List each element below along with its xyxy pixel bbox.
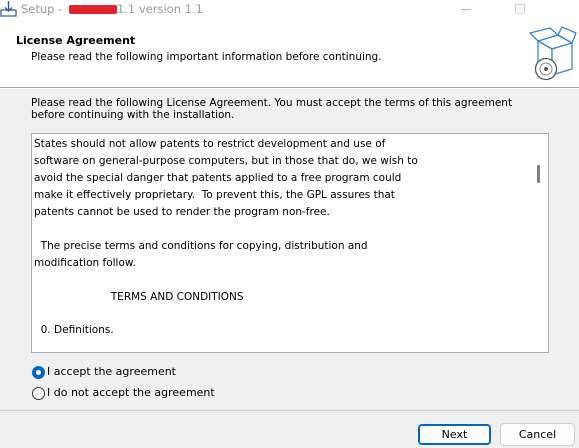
license-line: TERMS AND CONDITIONS: [34, 291, 244, 303]
license-text-box[interactable]: States should not allow patents to restr…: [31, 133, 549, 353]
license-line: avoid the special danger that patents ap…: [34, 172, 402, 184]
license-line: software on general-purpose computers, b…: [34, 155, 418, 167]
window-title: Setup - 1.1 version 1.1: [21, 2, 203, 16]
scrollbar-thumb[interactable]: [537, 165, 540, 183]
minimize-button[interactable]: [443, 0, 489, 19]
footer-divider: [0, 410, 579, 411]
decline-agreement-label[interactable]: I do not accept the agreement: [47, 386, 215, 400]
license-line: make it effectively proprietary. To prev…: [34, 189, 395, 201]
license-line: modification follow.: [34, 257, 136, 269]
minimize-icon: [461, 9, 471, 10]
page-title: License Agreement: [16, 34, 136, 47]
license-line: patents cannot be used to render the pro…: [34, 206, 330, 218]
maximize-icon: [515, 4, 525, 14]
license-line: The precise terms and conditions for cop…: [34, 240, 368, 252]
redaction-mark: [68, 4, 117, 14]
title-bar: Setup - 1.1 version 1.1: [0, 0, 579, 19]
setup-installer-icon: [0, 1, 17, 17]
license-line: States should not allow patents to restr…: [34, 138, 386, 150]
radio-unselected-icon[interactable]: [32, 387, 45, 400]
radio-selected-icon[interactable]: [32, 366, 45, 379]
license-line: 0. Definitions.: [34, 324, 114, 336]
next-button[interactable]: Next: [418, 424, 491, 445]
header-divider: [0, 87, 579, 89]
maximize-button[interactable]: [496, 0, 542, 19]
accept-agreement-label[interactable]: I accept the agreement: [47, 365, 176, 379]
license-instructions: Please read the following License Agreem…: [31, 97, 513, 121]
cancel-button[interactable]: Cancel: [500, 423, 575, 446]
software-box-disc-icon: [529, 26, 577, 81]
page-subtitle: Please read the following important info…: [31, 51, 382, 63]
wizard-header: License Agreement Please read the follow…: [0, 19, 579, 87]
